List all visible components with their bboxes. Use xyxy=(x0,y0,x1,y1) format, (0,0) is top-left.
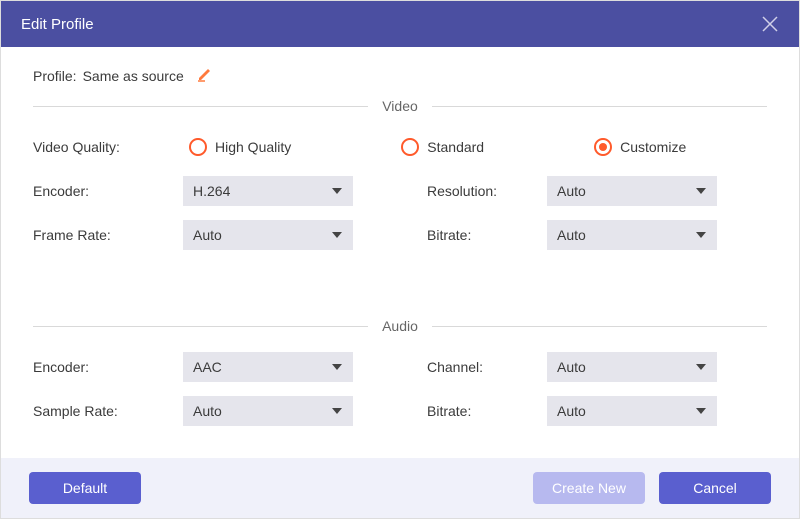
content-area: Profile: Same as source Video Video Qual… xyxy=(1,47,799,458)
divider xyxy=(33,106,368,107)
audio-section-label: Audio xyxy=(368,318,432,334)
chevron-down-icon xyxy=(331,361,343,373)
audio-encoder-select[interactable]: AAC xyxy=(183,352,353,382)
chevron-down-icon xyxy=(695,405,707,417)
video-section-header: Video xyxy=(33,98,767,114)
audio-section-header: Audio xyxy=(33,318,767,334)
close-icon[interactable] xyxy=(761,15,779,33)
chevron-down-icon xyxy=(331,229,343,241)
cancel-button-label: Cancel xyxy=(693,480,737,496)
video-bitrate-select[interactable]: Auto xyxy=(547,220,717,250)
chevron-down-icon xyxy=(695,229,707,241)
video-resolution-value: Auto xyxy=(557,183,586,199)
audio-encoder-value: AAC xyxy=(193,359,222,375)
audio-channel-label: Channel: xyxy=(427,359,547,375)
video-row-2: Frame Rate: Auto Bitrate: Auto xyxy=(33,220,767,250)
radio-customize-label: Customize xyxy=(620,139,686,155)
radio-high-label: High Quality xyxy=(215,139,291,155)
audio-channel-value: Auto xyxy=(557,359,586,375)
create-new-button[interactable]: Create New xyxy=(533,472,645,504)
radio-high-quality[interactable]: High Quality xyxy=(189,138,291,156)
audio-bitrate-col: Bitrate: Auto xyxy=(427,396,717,426)
footer: Default Create New Cancel xyxy=(1,458,799,518)
audio-encoder-col: Encoder: AAC xyxy=(33,352,427,382)
radio-icon xyxy=(594,138,612,156)
audio-bitrate-select[interactable]: Auto xyxy=(547,396,717,426)
audio-samplerate-select[interactable]: Auto xyxy=(183,396,353,426)
video-encoder-select[interactable]: H.264 xyxy=(183,176,353,206)
divider xyxy=(432,106,767,107)
default-button-label: Default xyxy=(63,480,107,496)
profile-label: Profile: xyxy=(33,68,77,84)
video-resolution-col: Resolution: Auto xyxy=(427,176,717,206)
titlebar: Edit Profile xyxy=(1,1,799,47)
audio-row-2: Sample Rate: Auto Bitrate: Auto xyxy=(33,396,767,426)
video-framerate-value: Auto xyxy=(193,227,222,243)
audio-bitrate-label: Bitrate: xyxy=(427,403,547,419)
chevron-down-icon xyxy=(695,185,707,197)
radio-icon xyxy=(189,138,207,156)
video-encoder-label: Encoder: xyxy=(33,183,183,199)
radio-customize[interactable]: Customize xyxy=(594,138,686,156)
video-framerate-col: Frame Rate: Auto xyxy=(33,220,427,250)
video-quality-row: Video Quality: High Quality Standard Cus… xyxy=(33,132,767,162)
video-quality-label: Video Quality: xyxy=(33,139,183,155)
video-bitrate-label: Bitrate: xyxy=(427,227,547,243)
radio-standard[interactable]: Standard xyxy=(401,138,484,156)
profile-value: Same as source xyxy=(83,68,184,84)
radio-icon xyxy=(401,138,419,156)
pencil-icon[interactable] xyxy=(196,65,214,86)
profile-row: Profile: Same as source xyxy=(33,65,767,86)
default-button[interactable]: Default xyxy=(29,472,141,504)
audio-samplerate-value: Auto xyxy=(193,403,222,419)
chevron-down-icon xyxy=(695,361,707,373)
radio-standard-label: Standard xyxy=(427,139,484,155)
cancel-button[interactable]: Cancel xyxy=(659,472,771,504)
chevron-down-icon xyxy=(331,185,343,197)
chevron-down-icon xyxy=(331,405,343,417)
titlebar-title: Edit Profile xyxy=(21,16,94,33)
audio-samplerate-label: Sample Rate: xyxy=(33,403,183,419)
divider xyxy=(432,326,767,327)
video-bitrate-value: Auto xyxy=(557,227,586,243)
video-bitrate-col: Bitrate: Auto xyxy=(427,220,717,250)
create-new-button-label: Create New xyxy=(552,480,626,496)
audio-samplerate-col: Sample Rate: Auto xyxy=(33,396,427,426)
video-quality-radios: High Quality Standard Customize xyxy=(183,138,686,156)
audio-channel-select[interactable]: Auto xyxy=(547,352,717,382)
audio-encoder-label: Encoder: xyxy=(33,359,183,375)
video-framerate-label: Frame Rate: xyxy=(33,227,183,243)
video-encoder-col: Encoder: H.264 xyxy=(33,176,427,206)
video-row-1: Encoder: H.264 Resolution: Auto xyxy=(33,176,767,206)
audio-bitrate-value: Auto xyxy=(557,403,586,419)
audio-row-1: Encoder: AAC Channel: Auto xyxy=(33,352,767,382)
dialog-window: Edit Profile Profile: Same as source Vid… xyxy=(0,0,800,519)
video-encoder-value: H.264 xyxy=(193,183,230,199)
video-resolution-label: Resolution: xyxy=(427,183,547,199)
video-resolution-select[interactable]: Auto xyxy=(547,176,717,206)
video-section-label: Video xyxy=(368,98,432,114)
video-framerate-select[interactable]: Auto xyxy=(183,220,353,250)
divider xyxy=(33,326,368,327)
audio-channel-col: Channel: Auto xyxy=(427,352,717,382)
spacer xyxy=(33,264,767,312)
